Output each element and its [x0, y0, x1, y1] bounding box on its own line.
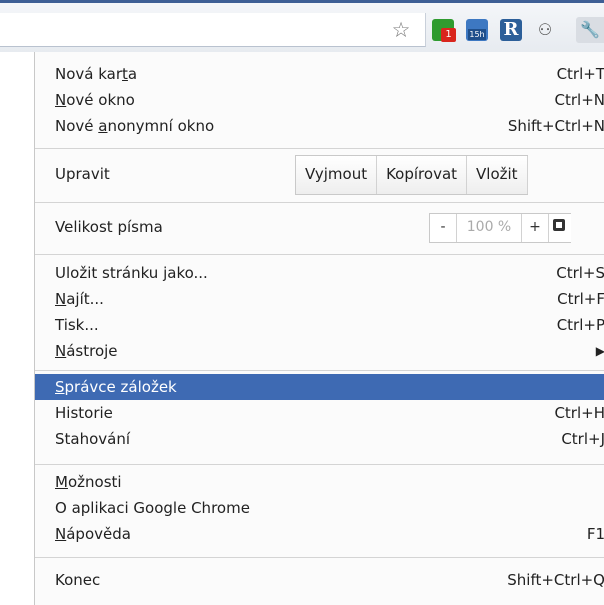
menu-item-print[interactable]: Tisk... Ctrl+P [35, 313, 604, 337]
menu-item-new-incognito[interactable]: Nové anonymní okno Shift+Ctrl+N [35, 114, 604, 138]
menu-item-tools[interactable]: Nástroje ▶ [35, 339, 604, 363]
star-icon[interactable]: ☆ [388, 17, 414, 43]
menu-item-find[interactable]: Najít... Ctrl+F [35, 287, 604, 311]
menu-item-shortcut: Ctrl+S [556, 264, 604, 282]
browser-toolbar: ☆ 1 15h R ⚇ 🔧 [0, 0, 604, 52]
menu-item-label: Historie [55, 404, 113, 422]
fullscreen-icon[interactable] [549, 214, 571, 240]
zoom-out-button[interactable]: - [430, 214, 457, 242]
menu-item-downloads[interactable]: Stahování Ctrl+J [35, 427, 604, 451]
zoom-in-button[interactable]: + [522, 214, 549, 242]
menu-item-shortcut: Ctrl+J [561, 430, 604, 448]
edit-button-group: Vyjmout Kopírovat Vložit [295, 155, 528, 195]
wrench-menu-icon[interactable]: 🔧 [576, 17, 604, 43]
address-bar[interactable] [0, 13, 426, 47]
menu-separator [35, 148, 604, 149]
copy-button[interactable]: Kopírovat [377, 156, 468, 194]
menu-separator [35, 557, 604, 558]
menu-item-label: Nové okno [55, 91, 135, 109]
extension-badge: 15h [468, 29, 486, 40]
menu-separator [35, 202, 604, 203]
menu-item-bookmark-manager[interactable]: Správce záložek [35, 374, 604, 400]
menu-item-about[interactable]: O aplikaci Google Chrome [35, 496, 604, 520]
chrome-wrench-menu: Nová karta Ctrl+T Nové okno Ctrl+N Nové … [34, 52, 604, 605]
r-extension-icon[interactable]: R [500, 19, 522, 41]
menu-item-shortcut: Ctrl+P [556, 316, 604, 334]
menu-item-label: Nástroje [55, 342, 118, 360]
menu-row-edit: Upravit Vyjmout Kopírovat Vložit [35, 155, 604, 195]
menu-item-shortcut: Ctrl+N [554, 91, 604, 109]
menu-item-shortcut: F1 [586, 525, 604, 543]
menu-item-label: Možnosti [55, 473, 122, 491]
menu-item-save-page[interactable]: Uložit stránku jako... Ctrl+S [35, 261, 604, 285]
menu-item-new-window[interactable]: Nové okno Ctrl+N [35, 88, 604, 112]
menu-item-help[interactable]: Nápověda F1 [35, 522, 604, 546]
menu-item-label: Tisk... [55, 316, 99, 334]
zoom-label: Velikost písma [55, 218, 163, 236]
menu-item-history[interactable]: Historie Ctrl+H [35, 401, 604, 425]
menu-item-exit[interactable]: Konec Shift+Ctrl+Q [35, 568, 604, 592]
menu-item-label: Nápověda [55, 525, 131, 543]
menu-item-shortcut: Shift+Ctrl+Q [507, 571, 604, 589]
green-arrow-extension-icon[interactable]: 1 [432, 19, 456, 42]
menu-item-label: O aplikaci Google Chrome [55, 499, 250, 517]
zoom-controls: - 100 % + [429, 213, 571, 243]
menu-item-options[interactable]: Možnosti [35, 470, 604, 494]
extension-badge: 1 [441, 28, 456, 42]
menu-item-label: Nová karta [55, 65, 138, 83]
paste-button[interactable]: Vložit [467, 156, 528, 194]
binoculars-extension-icon[interactable]: ⚇ [534, 19, 556, 41]
menu-item-shortcut: Ctrl+F [557, 290, 604, 308]
menu-item-label: Stahování [55, 430, 131, 448]
menu-row-zoom: Velikost písma - 100 % + [35, 208, 604, 246]
menu-item-shortcut: Ctrl+T [556, 65, 604, 83]
menu-item-shortcut: Ctrl+H [554, 404, 604, 422]
menu-item-label: Uložit stránku jako... [55, 264, 208, 282]
menu-item-label: Správce záložek [55, 378, 177, 396]
menu-separator [35, 464, 604, 465]
edit-label: Upravit [55, 165, 110, 183]
menu-item-new-tab[interactable]: Nová karta Ctrl+T [35, 62, 604, 86]
calendar-extension-icon[interactable]: 15h [466, 19, 488, 41]
zoom-level: 100 % [457, 214, 522, 242]
submenu-arrow-icon: ▶ [595, 344, 604, 358]
cut-button[interactable]: Vyjmout [296, 156, 378, 194]
menu-item-shortcut: Shift+Ctrl+N [507, 117, 604, 135]
menu-item-label: Konec [55, 571, 101, 589]
menu-separator [35, 254, 604, 255]
menu-item-label: Najít... [55, 290, 104, 308]
menu-separator [35, 370, 604, 371]
menu-item-label: Nové anonymní okno [55, 117, 215, 135]
